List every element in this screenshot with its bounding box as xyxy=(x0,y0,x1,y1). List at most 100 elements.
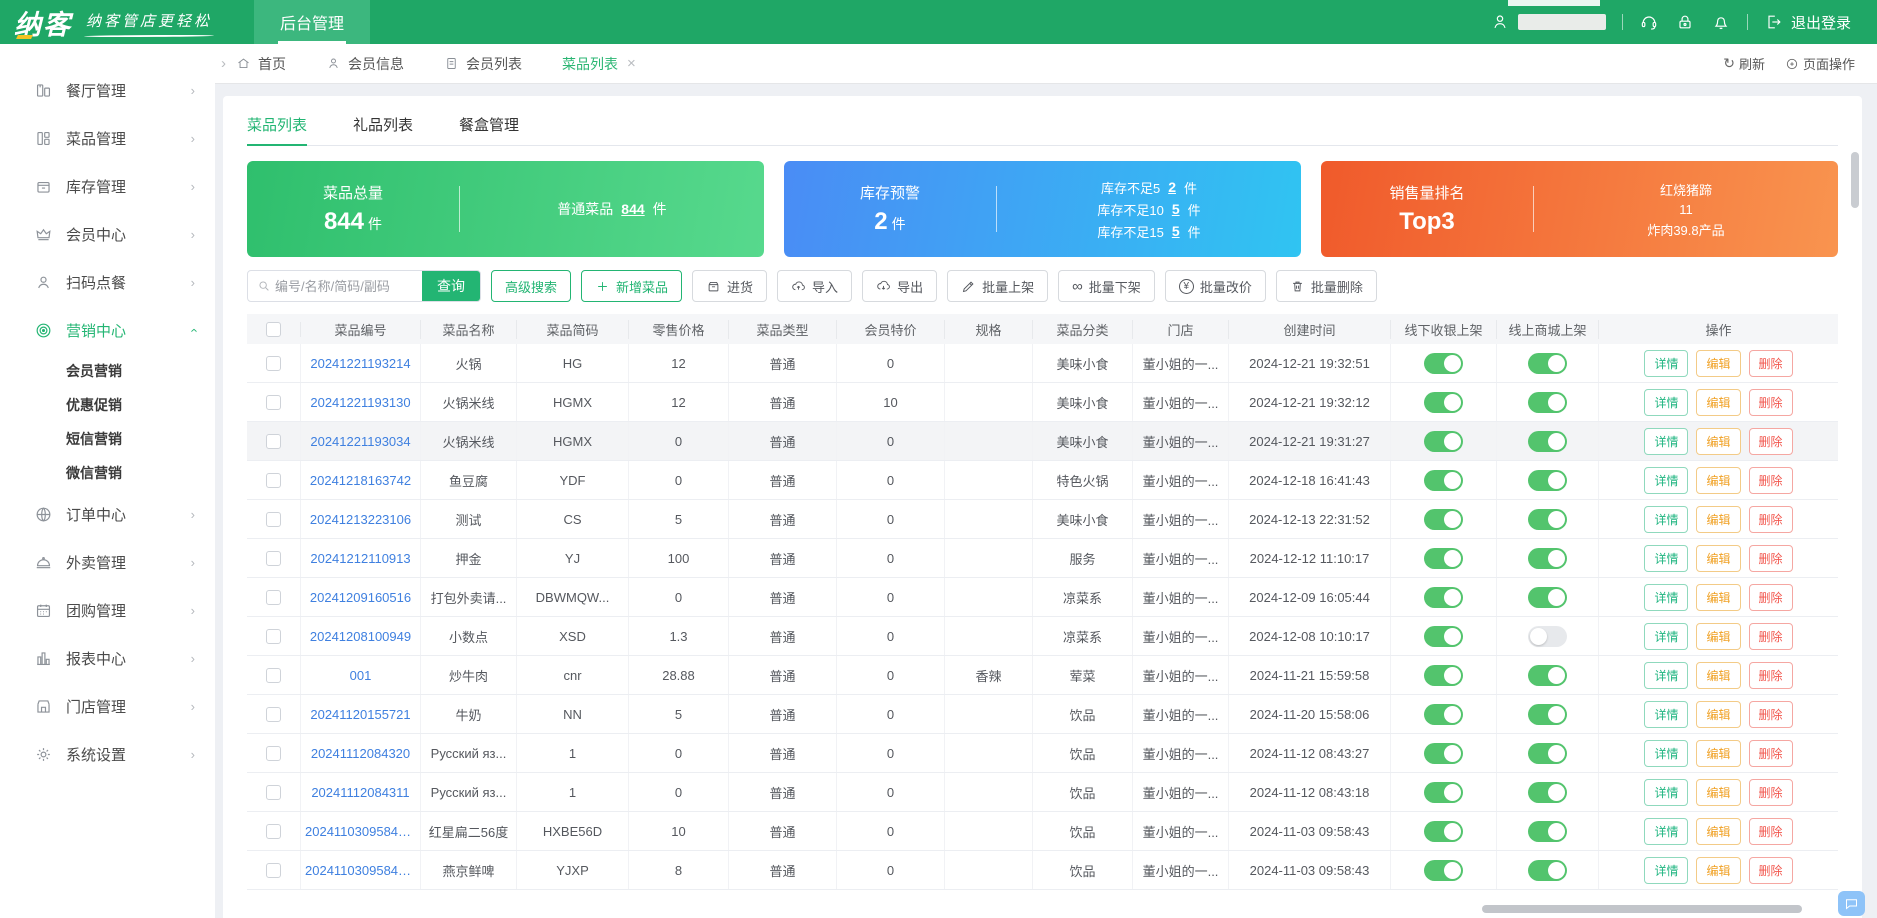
sidebar-item-扫码点餐[interactable]: 扫码点餐 › xyxy=(0,258,215,306)
detail-button[interactable]: 详情 xyxy=(1644,349,1689,377)
edit-button[interactable]: 编辑 xyxy=(1696,661,1741,689)
导出-button[interactable]: 导出 xyxy=(862,270,938,302)
del-button[interactable]: 删除 xyxy=(1748,466,1793,494)
nav-tab-backend[interactable]: 后台管理 xyxy=(254,0,371,44)
edit-button[interactable]: 编辑 xyxy=(1696,856,1741,884)
del-button[interactable]: 删除 xyxy=(1748,817,1793,845)
detail-button[interactable]: 详情 xyxy=(1644,583,1689,611)
sidebar-item-营销中心[interactable]: 营销中心 › xyxy=(0,306,215,354)
search-input[interactable] xyxy=(275,278,422,294)
detail-button[interactable]: 详情 xyxy=(1644,388,1689,416)
edit-button[interactable]: 编辑 xyxy=(1696,700,1741,728)
row-checkbox[interactable] xyxy=(266,862,281,878)
tab-mealbox-mgmt[interactable]: 餐盒管理 xyxy=(459,104,519,145)
edit-button[interactable]: 编辑 xyxy=(1696,778,1741,806)
del-button[interactable]: 删除 xyxy=(1748,388,1793,416)
detail-button[interactable]: 详情 xyxy=(1644,700,1689,728)
tab-gift-list[interactable]: 礼品列表 xyxy=(353,104,413,145)
edit-button[interactable]: 编辑 xyxy=(1696,427,1741,455)
del-button[interactable]: 删除 xyxy=(1748,700,1793,728)
导入-button[interactable]: 导入 xyxy=(777,270,853,302)
dish-id-link[interactable]: 20241221193214 xyxy=(310,356,410,371)
pos-shelf-toggle[interactable] xyxy=(1424,820,1463,842)
logout-button[interactable]: 退出登录 xyxy=(1764,12,1851,33)
detail-button[interactable]: 详情 xyxy=(1644,505,1689,533)
mall-shelf-toggle[interactable] xyxy=(1528,742,1567,764)
edit-button[interactable]: 编辑 xyxy=(1696,544,1741,572)
批量改价-button[interactable]: ¥ 批量改价 xyxy=(1164,270,1266,302)
dish-id-link[interactable]: 20241103095843... xyxy=(305,824,416,839)
pos-shelf-toggle[interactable] xyxy=(1424,352,1463,374)
pos-shelf-toggle[interactable] xyxy=(1424,469,1463,491)
row-checkbox[interactable] xyxy=(266,706,281,722)
edit-button[interactable]: 编辑 xyxy=(1696,505,1741,533)
row-checkbox[interactable] xyxy=(266,784,281,800)
批量删除-button[interactable]: 批量删除 xyxy=(1275,270,1377,302)
detail-button[interactable]: 详情 xyxy=(1644,544,1689,572)
del-button[interactable]: 删除 xyxy=(1748,427,1793,455)
dish-id-link[interactable]: 20241209160516 xyxy=(310,590,411,605)
detail-button[interactable]: 详情 xyxy=(1644,427,1689,455)
edit-button[interactable]: 编辑 xyxy=(1696,349,1741,377)
page-tab-菜品列表[interactable]: 菜品列表 × xyxy=(562,54,636,74)
pos-shelf-toggle[interactable] xyxy=(1424,625,1463,647)
edit-button[interactable]: 编辑 xyxy=(1696,466,1741,494)
vertical-scroll-thumb[interactable] xyxy=(1851,152,1859,208)
sidebar-item-团购管理[interactable]: 团购管理 › xyxy=(0,586,215,634)
pos-shelf-toggle[interactable] xyxy=(1424,430,1463,452)
del-button[interactable]: 删除 xyxy=(1748,622,1793,650)
pos-shelf-toggle[interactable] xyxy=(1424,547,1463,569)
headset-icon[interactable] xyxy=(1639,12,1659,32)
del-button[interactable]: 删除 xyxy=(1748,778,1793,806)
mall-shelf-toggle[interactable] xyxy=(1528,508,1567,530)
高级搜索-button[interactable]: 高级搜索 xyxy=(491,270,572,302)
sidebar-item-报表中心[interactable]: 报表中心 › xyxy=(0,634,215,682)
stat-value[interactable]: 5 xyxy=(1172,201,1180,217)
edit-button[interactable]: 编辑 xyxy=(1696,739,1741,767)
del-button[interactable]: 删除 xyxy=(1748,505,1793,533)
sidebar-subitem-短信营销[interactable]: 短信营销 xyxy=(0,422,215,456)
sidebar-item-库存管理[interactable]: 库存管理 › xyxy=(0,162,215,210)
sidebar-subitem-会员营销[interactable]: 会员营销 xyxy=(0,354,215,388)
del-button[interactable]: 删除 xyxy=(1748,349,1793,377)
bell-icon[interactable] xyxy=(1711,12,1731,32)
dish-id-link[interactable]: 001 xyxy=(350,668,372,683)
del-button[interactable]: 删除 xyxy=(1748,544,1793,572)
mall-shelf-toggle[interactable] xyxy=(1528,625,1567,647)
row-checkbox[interactable] xyxy=(266,628,281,644)
row-checkbox[interactable] xyxy=(266,745,281,761)
page-ops-button[interactable]: 页面操作 xyxy=(1785,54,1855,73)
mall-shelf-toggle[interactable] xyxy=(1528,820,1567,842)
sidebar-item-菜品管理[interactable]: 菜品管理 › xyxy=(0,114,215,162)
page-tab-会员信息[interactable]: 会员信息 xyxy=(326,54,404,74)
sidebar-item-餐厅管理[interactable]: 餐厅管理 › xyxy=(0,66,215,114)
row-checkbox[interactable] xyxy=(266,355,281,371)
dish-id-link[interactable]: 20241112084320 xyxy=(311,746,410,761)
chat-widget[interactable] xyxy=(1838,891,1865,916)
pos-shelf-toggle[interactable] xyxy=(1424,703,1463,725)
mall-shelf-toggle[interactable] xyxy=(1528,703,1567,725)
mall-shelf-toggle[interactable] xyxy=(1528,781,1567,803)
detail-button[interactable]: 详情 xyxy=(1644,661,1689,689)
pos-shelf-toggle[interactable] xyxy=(1424,781,1463,803)
user-area[interactable] xyxy=(1490,0,1606,32)
进货-button[interactable]: 进货 xyxy=(692,270,768,302)
row-checkbox[interactable] xyxy=(266,433,281,449)
dish-id-link[interactable]: 20241208100949 xyxy=(310,629,411,644)
horizontal-scrollbar[interactable] xyxy=(247,905,1802,913)
detail-button[interactable]: 详情 xyxy=(1644,622,1689,650)
row-checkbox[interactable] xyxy=(266,589,281,605)
tab-scroll-right-icon[interactable]: › xyxy=(221,55,226,72)
edit-button[interactable]: 编辑 xyxy=(1696,583,1741,611)
row-checkbox[interactable] xyxy=(266,394,281,410)
stat-value[interactable]: 5 xyxy=(1172,223,1180,239)
lock-icon[interactable] xyxy=(1675,12,1695,32)
del-button[interactable]: 删除 xyxy=(1748,661,1793,689)
sidebar-subitem-优惠促销[interactable]: 优惠促销 xyxy=(0,388,215,422)
dish-id-link[interactable]: 20241221193034 xyxy=(310,434,410,449)
edit-button[interactable]: 编辑 xyxy=(1696,388,1741,416)
dish-id-link[interactable]: 20241213223106 xyxy=(310,512,411,527)
horizontal-scroll-thumb[interactable] xyxy=(1482,905,1802,913)
detail-button[interactable]: 详情 xyxy=(1644,466,1689,494)
row-checkbox[interactable] xyxy=(266,667,281,683)
